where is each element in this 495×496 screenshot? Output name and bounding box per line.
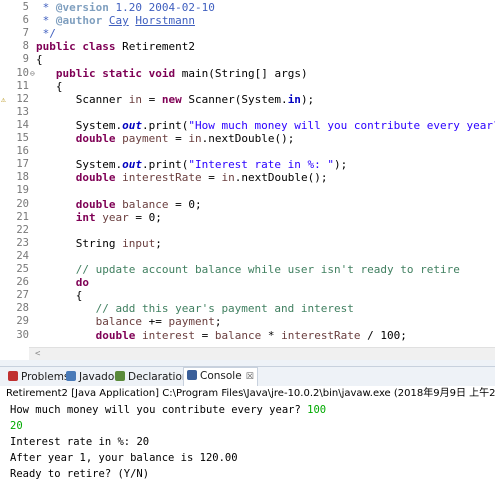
code-token: interest	[141, 328, 195, 342]
console-icon	[187, 370, 197, 380]
console-line: Ready to retire? (Y/N)	[10, 466, 149, 482]
code-token: *	[261, 328, 282, 342]
code-token: balance	[214, 328, 262, 342]
console-output[interactable]: How much money will you contribute every…	[0, 402, 495, 496]
tab-label: Declaration	[128, 371, 189, 383]
declaration-icon	[115, 371, 125, 381]
tab-declaration[interactable]: Declaration	[115, 369, 189, 385]
tab-console[interactable]: Console ☒	[183, 367, 258, 386]
console-output-text: How much money will you contribute every…	[10, 404, 308, 416]
code-token: interestRate	[281, 328, 361, 342]
code-line[interactable]: 30 double interest = balance * interestR…	[0, 327, 495, 344]
bottom-view-tabbar: Problems Javadoc Declaration Console ☒	[0, 366, 495, 387]
problems-icon	[8, 371, 18, 381]
console-line: How much money will you contribute every…	[10, 402, 326, 418]
console-output-text: Ready to retire? (Y/N)	[10, 468, 150, 480]
tab-label: Console	[200, 370, 242, 382]
close-icon[interactable]: ☒	[246, 372, 254, 382]
code-text: double interest = balance * interestRate…	[36, 327, 407, 344]
console-line: 20	[10, 418, 23, 434]
console-line: After year 1, your balance is 120.00	[10, 450, 238, 466]
tab-label: Problems	[21, 371, 70, 383]
javadoc-icon	[66, 371, 76, 381]
code-token: =	[194, 328, 215, 342]
line-number: 30	[16, 328, 29, 341]
console-output-text: Interest rate in %:	[10, 436, 137, 448]
console-user-input: 100	[307, 404, 327, 416]
tab-label: Javadoc	[79, 371, 121, 383]
console-launch-description: Retirement2 [Java Application] C:\Progra…	[0, 386, 495, 402]
code-token: double	[95, 328, 136, 342]
console-line: Interest rate in %: 20	[10, 434, 149, 450]
tab-problems[interactable]: Problems	[8, 369, 69, 385]
code-editor[interactable]: 5 * @version 1.20 2004-02-10 6 * @author …	[0, 0, 495, 347]
console-output-text: 20	[136, 436, 150, 448]
console-user-input: 20	[10, 420, 23, 432]
tab-javadoc[interactable]: Javadoc	[66, 369, 120, 385]
code-token: / 100;	[360, 328, 407, 342]
editor-horizontal-scrollbar[interactable]: <	[29, 347, 495, 361]
console-output-text: After year 1, your balance is 120.00	[10, 452, 238, 464]
